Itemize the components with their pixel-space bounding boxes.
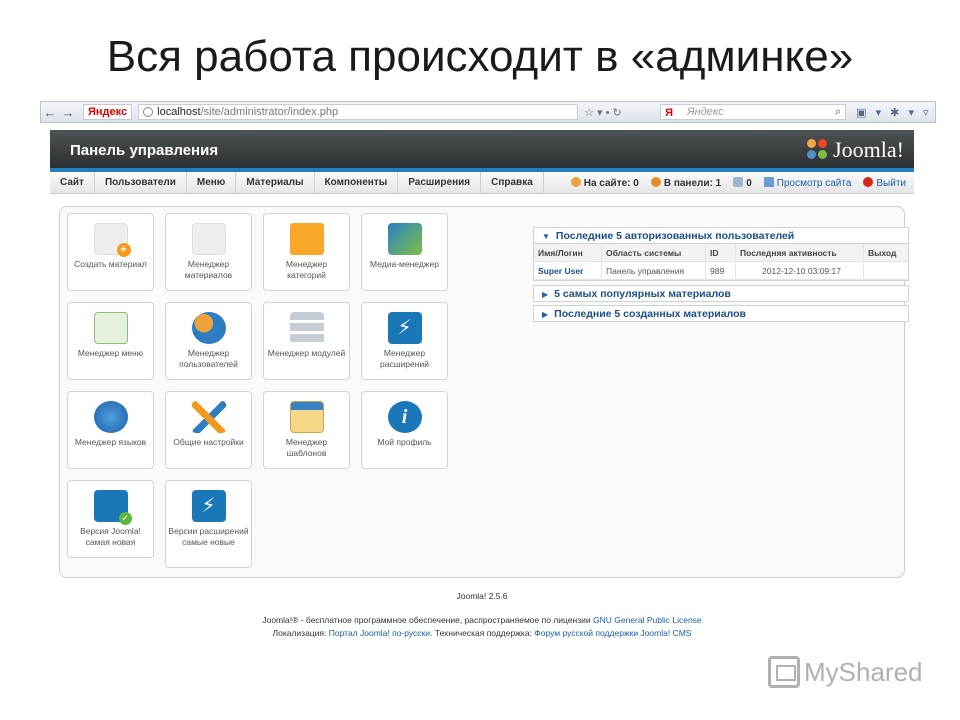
url-path: /site/administrator/index.php bbox=[200, 106, 339, 118]
menu-help[interactable]: Справка bbox=[481, 171, 544, 194]
globe-icon bbox=[143, 107, 154, 117]
tile-global-config[interactable]: Общие настройки bbox=[165, 391, 252, 469]
search-input[interactable]: Я Яндекс ⌕ bbox=[660, 104, 847, 120]
address-bar[interactable]: localhost/site/administrator/index.php bbox=[138, 104, 579, 120]
tile-joomla-update[interactable]: ✓ Версия Joomla! самая новая bbox=[67, 480, 154, 558]
expand-triangle-icon: ▶ bbox=[542, 290, 549, 299]
menu-users[interactable]: Пользователи bbox=[95, 171, 187, 194]
menu-site[interactable]: Сайт bbox=[50, 171, 95, 194]
tile-my-profile[interactable]: i Мой профиль bbox=[361, 391, 448, 469]
tile-new-article[interactable]: + Создать материал bbox=[67, 213, 154, 291]
panel-popular-header[interactable]: ▶ 5 самых популярных материалов bbox=[533, 285, 909, 302]
back-icon[interactable]: ← bbox=[41, 105, 59, 120]
tile-languages[interactable]: Менеджер языков bbox=[67, 391, 154, 469]
mail-icon bbox=[733, 177, 744, 187]
menu-manager-icon bbox=[93, 312, 128, 344]
modules-icon bbox=[289, 312, 324, 344]
main-menu: Сайт Пользователи Меню Материалы Компоне… bbox=[50, 171, 914, 194]
folder-icon bbox=[289, 223, 324, 255]
joomla-logo-text: Joomla! bbox=[833, 137, 904, 162]
user-link[interactable]: Super User bbox=[534, 262, 602, 279]
messages-count[interactable]: 0 bbox=[733, 177, 752, 189]
in-panel-count: В панели: 1 bbox=[650, 177, 721, 189]
on-site-count: На сайте: 0 bbox=[570, 177, 639, 189]
col-id: ID bbox=[706, 244, 736, 261]
info-icon: i bbox=[387, 401, 422, 433]
browser-toolbar: ← → Яндекс localhost/site/administrator/… bbox=[40, 101, 936, 123]
col-last-activity: Последняя активность bbox=[736, 244, 864, 261]
col-area: Область системы bbox=[602, 244, 706, 261]
page-title: Панель управления bbox=[70, 142, 219, 159]
joomla-mark-icon bbox=[807, 139, 829, 161]
cell-logout bbox=[864, 262, 908, 279]
forward-icon[interactable]: → bbox=[59, 105, 77, 120]
tile-extension-update[interactable]: ⚡ Версии расширений самые новые bbox=[165, 480, 252, 568]
search-placeholder: Яндекс bbox=[687, 106, 724, 118]
localization-line: Локализация: Портал Joomla! по-русски. Т… bbox=[272, 628, 692, 638]
logout-link[interactable]: Выйти bbox=[863, 177, 906, 189]
joomla-logo: Joomla! bbox=[807, 137, 904, 163]
info-panels: ▼ Последние 5 авторизованных пользователе… bbox=[533, 227, 909, 325]
tile-menu-manager[interactable]: Менеджер меню bbox=[67, 302, 154, 380]
tile-templates[interactable]: Менеджер шаблонов bbox=[263, 391, 350, 469]
col-logout: Выход bbox=[868, 248, 897, 258]
tile-categories[interactable]: Менеджер категорий bbox=[263, 213, 350, 291]
yandex-badge[interactable]: Яндекс bbox=[83, 104, 133, 120]
tile-users[interactable]: Менеджер пользователей bbox=[165, 302, 252, 380]
joomla-admin: Панель управления Joomla! Сайт Пользоват… bbox=[50, 130, 914, 586]
table-header-row: Имя/Логин Область системы ID Последняя а… bbox=[534, 244, 908, 262]
bookmark-reload-icons[interactable]: ☆ ▾ • ↻ bbox=[584, 106, 654, 119]
panel-latest-header[interactable]: ▶ Последние 5 созданных материалов bbox=[533, 305, 909, 322]
tools-icon bbox=[191, 401, 226, 433]
myshared-watermark: MyShared bbox=[768, 656, 923, 688]
logout-icon bbox=[863, 177, 874, 187]
new-article-icon: + bbox=[93, 223, 131, 257]
monitor-icon bbox=[763, 177, 774, 187]
tile-articles[interactable]: Менеджер материалов bbox=[165, 213, 252, 291]
yandex-search-logo: Я bbox=[665, 107, 674, 119]
panel-logged-users-header[interactable]: ▼ Последние 5 авторизованных пользователе… bbox=[533, 227, 909, 244]
tile-modules[interactable]: Менеджер модулей bbox=[263, 302, 350, 380]
admin-user-icon bbox=[650, 177, 661, 187]
media-icon bbox=[387, 223, 422, 255]
projector-icon bbox=[768, 656, 800, 688]
support-link[interactable]: Форум русской поддержки Joomla! CMS bbox=[534, 628, 691, 638]
version-text: Joomla! 2.5.6 bbox=[456, 591, 508, 601]
status-area: На сайте: 0 В панели: 1 0 Просмотр сайта… bbox=[570, 172, 906, 194]
logged-users-table: Имя/Логин Область системы ID Последняя а… bbox=[533, 244, 909, 281]
slide-title: Вся работа происходит в «админке» bbox=[106, 32, 854, 81]
user-icon bbox=[570, 177, 581, 187]
col-name: Имя/Логин bbox=[534, 244, 602, 261]
cell-last-activity: 2012-12-10 03:09:17 bbox=[736, 262, 864, 279]
expand-triangle-icon: ▶ bbox=[542, 310, 549, 319]
menu-extensions[interactable]: Расширения bbox=[398, 171, 482, 194]
url-host: localhost bbox=[157, 106, 201, 118]
search-icon[interactable]: ⌕ bbox=[835, 105, 841, 120]
globe-icon bbox=[93, 401, 128, 433]
localization-link[interactable]: Портал Joomla! по-русски bbox=[329, 628, 430, 638]
menu-components[interactable]: Компоненты bbox=[315, 171, 399, 194]
users-icon bbox=[191, 312, 226, 344]
tile-extensions[interactable]: ⚡ Менеджер расширений bbox=[361, 302, 448, 380]
view-site-link[interactable]: Просмотр сайта bbox=[763, 177, 851, 189]
joomla-update-icon: ✓ bbox=[93, 490, 132, 525]
watermark-text: MyShared bbox=[804, 656, 923, 687]
footer: Joomla! 2.5.6 Joomla!® - бесплатное прог… bbox=[50, 590, 914, 640]
license-line: Joomla!® - бесплатное программное обеспе… bbox=[262, 615, 702, 625]
templates-icon bbox=[289, 401, 324, 433]
extension-update-icon: ⚡ bbox=[191, 490, 226, 522]
articles-icon bbox=[191, 223, 226, 255]
table-row: Super User Панель управления 989 2012-12… bbox=[534, 262, 908, 280]
control-panel: + Создать материал Менеджер материалов М… bbox=[59, 206, 909, 578]
cell-area: Панель управления bbox=[602, 262, 706, 279]
tile-media[interactable]: Медиа-менеджер bbox=[361, 213, 448, 291]
collapse-triangle-icon: ▼ bbox=[542, 232, 550, 241]
extensions-icon: ⚡ bbox=[387, 312, 422, 344]
app-header: Панель управления Joomla! bbox=[50, 130, 914, 172]
menu-content[interactable]: Материалы bbox=[236, 171, 315, 194]
menu-menus[interactable]: Меню bbox=[187, 171, 237, 194]
cell-id: 989 bbox=[706, 262, 736, 279]
license-link[interactable]: GNU General Public License bbox=[593, 615, 702, 625]
extension-icons[interactable]: ▣ ▾ ✱ ▾ ▿ bbox=[856, 106, 931, 119]
